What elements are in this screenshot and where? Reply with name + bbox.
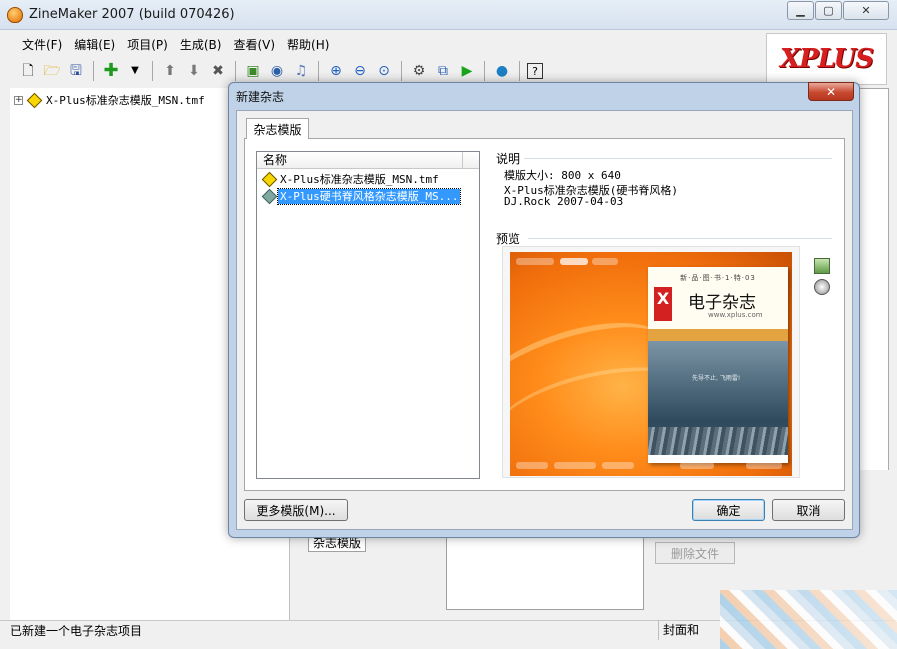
build-icon[interactable]: ⧉ bbox=[433, 61, 453, 81]
settings-icon[interactable]: ⚙ bbox=[409, 61, 429, 81]
template-author-text: DJ.Rock 2007-04-03 bbox=[504, 195, 624, 208]
menu-file[interactable]: 文件(F) bbox=[16, 36, 68, 53]
toolbar-separator bbox=[152, 61, 153, 81]
menu-bar: 文件(F) 编辑(E) 项目(P) 生成(B) 查看(V) 帮助(H) bbox=[10, 33, 762, 55]
open-folder-icon[interactable]: 🗁 bbox=[42, 61, 62, 81]
preview-pill bbox=[554, 462, 596, 469]
xplus-logo: XPLUS bbox=[766, 33, 887, 85]
menu-build[interactable]: 生成(B) bbox=[174, 36, 228, 53]
menu-edit[interactable]: 编辑(E) bbox=[68, 36, 121, 53]
dropdown-arrow-icon[interactable]: ▼ bbox=[125, 61, 145, 81]
preview-pill bbox=[602, 462, 634, 469]
ok-button[interactable]: 确定 bbox=[692, 499, 765, 521]
zoom-fit-icon[interactable]: ⊙ bbox=[374, 61, 394, 81]
zoom-in-icon[interactable]: ⊕ bbox=[326, 61, 346, 81]
preview-cover-rocks bbox=[648, 427, 788, 455]
play-icon[interactable]: ▶ bbox=[457, 61, 477, 81]
menu-view[interactable]: 查看(V) bbox=[227, 36, 281, 53]
zoom-out-icon[interactable]: ⊖ bbox=[350, 61, 370, 81]
minimize-button[interactable]: ▁ bbox=[787, 1, 814, 20]
help-icon[interactable]: ? bbox=[527, 63, 543, 79]
preview-pill bbox=[592, 258, 618, 265]
description-group-title: 说明 bbox=[496, 152, 521, 166]
new-file-icon[interactable]: 🗋 bbox=[18, 61, 38, 81]
music-icon[interactable]: ♫ bbox=[291, 61, 311, 81]
preview-top-bar bbox=[510, 258, 792, 266]
list-item[interactable]: X-Plus标准杂志模版_MSN.tmf bbox=[261, 171, 441, 188]
menu-help[interactable]: 帮助(H) bbox=[281, 36, 335, 53]
cancel-button[interactable]: 取消 bbox=[772, 499, 845, 521]
column-header-name[interactable]: 名称 bbox=[259, 152, 463, 169]
template-size-text: 模版大小: 800 x 640 bbox=[504, 169, 621, 182]
globe-icon[interactable]: ● bbox=[492, 61, 512, 81]
tree-expander[interactable]: + bbox=[14, 95, 23, 105]
preview-cover-logo: X bbox=[654, 287, 672, 321]
compass-icon[interactable]: ◉ bbox=[267, 61, 287, 81]
template-diamond-icon bbox=[261, 171, 278, 188]
logo-text: XPLUS bbox=[779, 44, 874, 74]
dialog-close-button[interactable]: ✕ bbox=[808, 82, 854, 101]
preview-compass-icon[interactable] bbox=[814, 279, 830, 295]
maximize-button[interactable]: ▢ bbox=[815, 1, 842, 20]
toolbar-separator bbox=[93, 61, 94, 81]
preview-divider bbox=[528, 238, 832, 239]
preview-image-icon[interactable] bbox=[814, 258, 830, 274]
preview-cover-title: 电子杂志 bbox=[688, 293, 756, 313]
preview-pill bbox=[560, 258, 588, 265]
tree-item-label: X-Plus标准杂志模版_MSN.tmf bbox=[46, 94, 205, 107]
move-down-icon[interactable]: ⬇ bbox=[184, 61, 204, 81]
preview-group-title: 预览 bbox=[496, 232, 521, 246]
close-window-button[interactable]: ✕ bbox=[843, 1, 889, 20]
toolbar: 🗋 🗁 🖫 ✚ ▼ ⬆ ⬇ ✖ ▣ ◉ ♫ ⊕ ⊖ ⊙ ⚙ ⧉ ▶ ● ? bbox=[10, 58, 762, 84]
template-list-header: 名称 bbox=[257, 152, 479, 169]
more-templates-button[interactable]: 更多模版(M)... bbox=[244, 499, 348, 521]
toolbar-separator bbox=[318, 61, 319, 81]
preview-pill bbox=[516, 258, 554, 265]
description-divider bbox=[524, 158, 832, 159]
toolbar-separator bbox=[235, 61, 236, 81]
preview-cover: 新·品·图·书·1·特·03 X 电子杂志 www.xplus.com 先导不止… bbox=[648, 267, 788, 463]
list-item-label: X-Plus标准杂志模版_MSN.tmf bbox=[280, 173, 439, 186]
move-up-icon[interactable]: ⬆ bbox=[160, 61, 180, 81]
toolbar-separator bbox=[519, 61, 520, 81]
preview-cover-band bbox=[648, 329, 788, 341]
template-diamond-icon bbox=[26, 92, 43, 108]
watermark-pixels bbox=[720, 590, 897, 649]
menu-project[interactable]: 项目(P) bbox=[121, 36, 174, 53]
tab-magazine-template[interactable]: 杂志模版 bbox=[246, 118, 309, 139]
status-text: 已新建一个电子杂志项目 bbox=[10, 624, 143, 638]
toolbar-separator bbox=[484, 61, 485, 81]
preview-cover-caption: 先导不止, 飞雨雷! bbox=[692, 375, 741, 382]
template-preview-image: 新·品·图·书·1·特·03 X 电子杂志 www.xplus.com 先导不止… bbox=[510, 252, 792, 476]
preview-bottom-bar bbox=[510, 462, 792, 470]
preview-pill bbox=[516, 462, 548, 469]
list-item-label: X-Plus硬书脊风格杂志模版_MS... bbox=[276, 188, 462, 205]
preview-pill bbox=[746, 462, 782, 469]
tree-item[interactable]: + X-Plus标准杂志模版_MSN.tmf bbox=[14, 92, 205, 108]
image-icon[interactable]: ▣ bbox=[243, 61, 263, 81]
toolbar-separator bbox=[401, 61, 402, 81]
delete-icon[interactable]: ✖ bbox=[208, 61, 228, 81]
template-diamond-icon bbox=[261, 188, 278, 205]
preview-cover-url: www.xplus.com bbox=[708, 311, 763, 319]
window-title: ZineMaker 2007 (build 070426) bbox=[29, 7, 235, 22]
save-icon[interactable]: 🖫 bbox=[66, 61, 86, 81]
preview-cover-nav: 新·品·图·书·1·特·03 bbox=[680, 274, 756, 282]
preview-pill bbox=[680, 462, 714, 469]
delete-file-button[interactable]: 删除文件 bbox=[655, 542, 735, 564]
zinemaker-app-icon bbox=[7, 7, 23, 23]
dialog-title: 新建杂志 bbox=[236, 90, 285, 104]
add-icon[interactable]: ✚ bbox=[101, 61, 121, 81]
list-item-selected[interactable]: X-Plus硬书脊风格杂志模版_MS... bbox=[261, 188, 462, 205]
